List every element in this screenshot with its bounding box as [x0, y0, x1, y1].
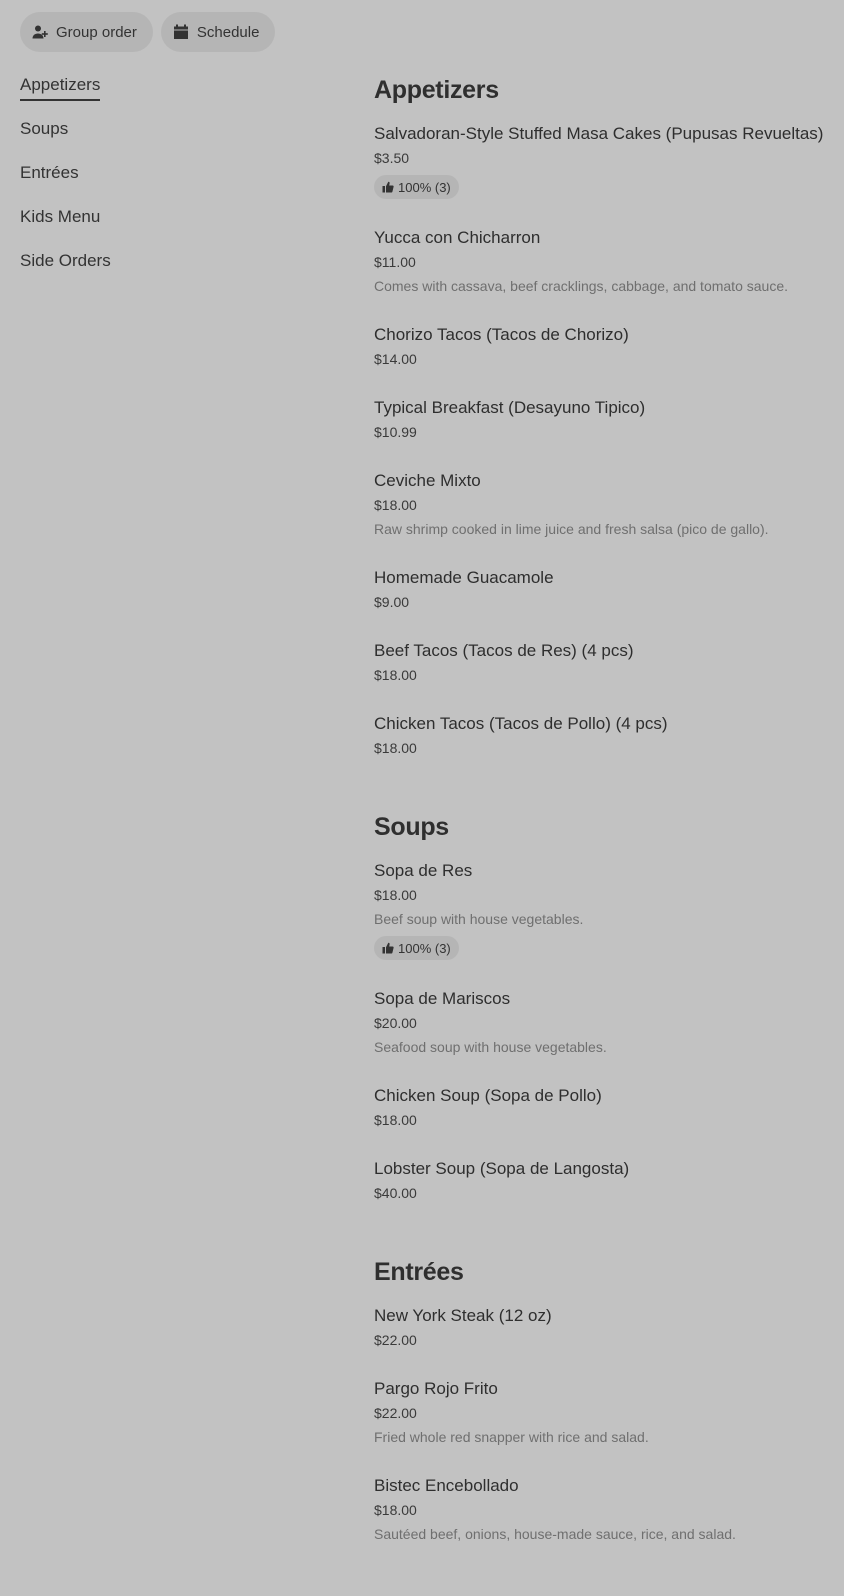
menu-item[interactable]: Bistec Encebollado $18.00 Sautéed beef, …: [374, 1474, 834, 1544]
item-name: Chorizo Tacos (Tacos de Chorizo): [374, 325, 629, 344]
menu-item[interactable]: Sopa de Res $18.00 Beef soup with house …: [374, 859, 834, 960]
item-price: $22.00: [374, 1405, 417, 1421]
item-price: $9.00: [374, 594, 410, 610]
item-name: Bistec Encebollado: [374, 1476, 519, 1495]
sidebar-item-soups[interactable]: Soups: [20, 116, 320, 160]
menu-item[interactable]: New York Steak (12 oz) $22.00: [374, 1304, 834, 1350]
menu-item[interactable]: Homemade Guacamole $9.00: [374, 566, 834, 612]
section-entrees: Entrées New York Steak (12 oz) $22.00 Pa…: [374, 1255, 834, 1544]
item-name: Yucca con Chicharron: [374, 228, 541, 247]
sidebar-item-kids-menu[interactable]: Kids Menu: [20, 204, 320, 248]
item-description: Sautéed beef, onions, house-made sauce, …: [374, 1526, 736, 1542]
schedule-button[interactable]: Schedule: [160, 12, 276, 52]
sidebar-item-appetizers[interactable]: Appetizers: [20, 72, 320, 116]
item-price: $18.00: [374, 740, 417, 756]
menu-item[interactable]: Lobster Soup (Sopa de Langosta) $40.00: [374, 1157, 834, 1203]
item-price: $22.00: [374, 1332, 417, 1348]
menu-item[interactable]: Salvadoran-Style Stuffed Masa Cakes (Pup…: [374, 122, 834, 199]
sidebar-item-label: Appetizers: [20, 72, 101, 101]
rating-text: 100% (3): [398, 179, 451, 195]
item-name: Homemade Guacamole: [374, 568, 554, 587]
category-nav: Appetizers Soups Entrées Kids Menu Side …: [20, 72, 320, 292]
item-price: $10.99: [374, 424, 417, 440]
calendar-icon: [173, 24, 189, 40]
menu-item[interactable]: Chicken Soup (Sopa de Pollo) $18.00: [374, 1084, 834, 1130]
menu-item[interactable]: Yucca con Chicharron $11.00 Comes with c…: [374, 226, 834, 296]
item-name: Sopa de Res: [374, 861, 473, 880]
schedule-label: Schedule: [196, 23, 260, 41]
menu-item[interactable]: Pargo Rojo Frito $22.00 Fried whole red …: [374, 1377, 834, 1447]
sidebar-item-label: Side Orders: [20, 251, 111, 270]
section-appetizers: Appetizers Salvadoran-Style Stuffed Masa…: [374, 73, 834, 758]
item-description: Seafood soup with house vegetables.: [374, 1039, 607, 1055]
section-title: Entrées: [374, 1258, 464, 1286]
item-name: Sopa de Mariscos: [374, 989, 511, 1008]
item-name: Typical Breakfast (Desayuno Tipico): [374, 398, 646, 417]
menu-item[interactable]: Beef Tacos (Tacos de Res) (4 pcs) $18.00: [374, 639, 834, 685]
item-description: Beef soup with house vegetables.: [374, 911, 584, 927]
section-soups: Soups Sopa de Res $18.00 Beef soup with …: [374, 810, 834, 1203]
section-title: Appetizers: [374, 76, 499, 104]
item-description: Fried whole red snapper with rice and sa…: [374, 1429, 649, 1445]
item-price: $20.00: [374, 1015, 417, 1031]
menu-item[interactable]: Chicken Tacos (Tacos de Pollo) (4 pcs) $…: [374, 712, 834, 758]
item-name: Chicken Soup (Sopa de Pollo): [374, 1086, 602, 1105]
item-price: $18.00: [374, 1112, 417, 1128]
add-person-icon: [32, 24, 48, 40]
item-name: Beef Tacos (Tacos de Res) (4 pcs): [374, 641, 634, 660]
item-description: Comes with cassava, beef cracklings, cab…: [374, 278, 788, 294]
item-name: Pargo Rojo Frito: [374, 1379, 498, 1398]
sidebar-item-label: Kids Menu: [20, 207, 101, 226]
item-name: Lobster Soup (Sopa de Langosta): [374, 1159, 630, 1178]
section-title: Soups: [374, 813, 449, 841]
menu-content: Appetizers Salvadoran-Style Stuffed Masa…: [374, 73, 834, 1596]
item-price: $11.00: [374, 254, 416, 270]
menu-item[interactable]: Typical Breakfast (Desayuno Tipico) $10.…: [374, 396, 834, 442]
menu-item[interactable]: Chorizo Tacos (Tacos de Chorizo) $14.00: [374, 323, 834, 369]
item-price: $18.00: [374, 1502, 417, 1518]
toolbar: Group order Schedule: [20, 12, 276, 52]
item-price: $14.00: [374, 351, 417, 367]
group-order-label: Group order: [56, 23, 137, 41]
sidebar-item-side-orders[interactable]: Side Orders: [20, 248, 320, 292]
rating-badge: 100% (3): [374, 936, 459, 960]
item-name: Chicken Tacos (Tacos de Pollo) (4 pcs): [374, 714, 668, 733]
item-name: Ceviche Mixto: [374, 471, 481, 490]
item-price: $18.00: [374, 887, 417, 903]
item-price: $40.00: [374, 1185, 417, 1201]
sidebar-item-label: Soups: [20, 119, 69, 138]
thumbs-up-icon: [382, 942, 394, 954]
rating-text: 100% (3): [398, 940, 451, 956]
menu-item[interactable]: Ceviche Mixto $18.00 Raw shrimp cooked i…: [374, 469, 834, 539]
sidebar-item-label: Entrées: [20, 163, 79, 182]
menu-item[interactable]: Sopa de Mariscos $20.00 Seafood soup wit…: [374, 987, 834, 1057]
group-order-button[interactable]: Group order: [20, 12, 153, 52]
item-description: Raw shrimp cooked in lime juice and fres…: [374, 521, 769, 537]
sidebar-item-entrees[interactable]: Entrées: [20, 160, 320, 204]
item-price: $18.00: [374, 667, 417, 683]
item-price: $3.50: [374, 150, 410, 166]
item-name: New York Steak (12 oz): [374, 1306, 552, 1325]
item-price: $18.00: [374, 497, 417, 513]
item-name: Salvadoran-Style Stuffed Masa Cakes (Pup…: [374, 124, 824, 143]
thumbs-up-icon: [382, 181, 394, 193]
rating-badge: 100% (3): [374, 175, 459, 199]
